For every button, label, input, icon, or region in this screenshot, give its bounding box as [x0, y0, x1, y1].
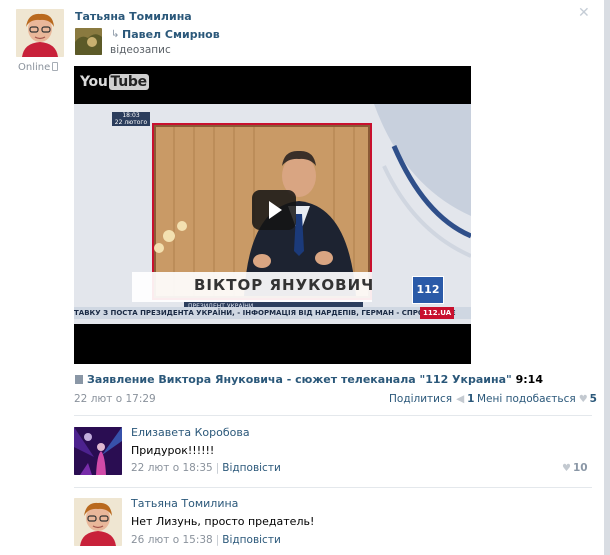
comment-avatar[interactable]	[74, 427, 122, 475]
video-duration: 9:14	[515, 373, 543, 386]
comment-date[interactable]: 22 лют о 18:35	[131, 462, 213, 474]
repost-author-name[interactable]: Павел Смирнов	[122, 28, 220, 41]
heart-icon: ♥	[562, 463, 571, 474]
post-author-name[interactable]: Татьяна Томилина	[75, 10, 192, 23]
reply-button[interactable]: Відповісти	[222, 534, 281, 546]
like-button[interactable]: Мені подобається ♥ 5	[477, 393, 597, 405]
comment-avatar[interactable]	[74, 498, 122, 546]
comment-author[interactable]: Елизавета Коробова	[131, 426, 250, 439]
comment-text: Придурок!!!!!!	[131, 444, 215, 457]
tv-bug	[154, 112, 188, 126]
repost-author-avatar[interactable]	[75, 28, 102, 55]
window-border	[604, 0, 610, 555]
post-date[interactable]: 22 лют о 17:29	[74, 393, 156, 405]
share-button[interactable]: Поділитися ◀ 1	[389, 393, 474, 405]
comment-like-count: 10	[572, 462, 588, 474]
tv-clock: 18:03 22 лютого	[112, 112, 150, 126]
tv-caption-name: ВІКТОР ЯНУКОВИЧ	[194, 276, 375, 294]
comment-text: Нет Лизунь, просто предатель!	[131, 515, 315, 528]
post-author-avatar[interactable]	[16, 9, 64, 57]
megaphone-icon: ◀	[456, 393, 465, 405]
phone-icon	[52, 62, 59, 71]
close-icon[interactable]: ✕	[578, 5, 590, 21]
online-label: Online	[18, 62, 51, 73]
divider	[74, 415, 592, 416]
play-icon[interactable]	[252, 190, 296, 230]
reply-button[interactable]: Відповісти	[222, 462, 281, 474]
comment-date[interactable]: 26 лют о 15:38	[131, 534, 213, 546]
tv-channel-logo: 112	[412, 276, 444, 304]
repost-icon: ↳	[111, 29, 120, 40]
divider	[74, 487, 592, 488]
comment-author[interactable]: Татьяна Томилина	[131, 497, 238, 510]
comment-meta: 26 лют о 15:38 | Відповісти	[131, 534, 281, 546]
comment-meta: 22 лют о 18:35 | Відповісти	[131, 462, 281, 474]
tv-ticker: ТАВКУ З ПОСТА ПРЕЗИДЕНТА УКРАЇНИ, - ІНФО…	[74, 307, 471, 319]
video-file-icon	[75, 375, 83, 384]
comment-like-button[interactable]: ♥ 10	[562, 462, 588, 474]
video-title-link[interactable]: Заявление Виктора Януковича - сюжет теле…	[87, 373, 543, 386]
share-count: 1	[467, 393, 475, 405]
like-count: 5	[589, 393, 597, 405]
heart-icon: ♥	[578, 394, 588, 405]
repost-type-label: відеозапис	[110, 44, 171, 56]
online-status: Online	[18, 62, 59, 73]
video-player[interactable]: YouTube 18:0322 лютого ВІКТОР ЯНУКОВИЧ П…	[74, 66, 471, 364]
youtube-logo: You Tube	[80, 74, 149, 90]
